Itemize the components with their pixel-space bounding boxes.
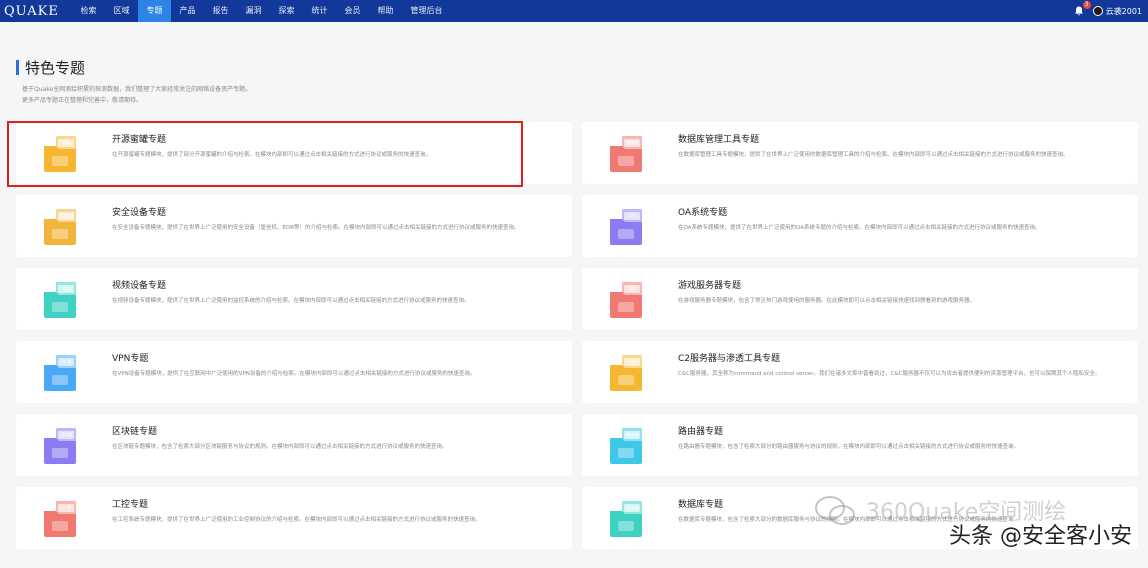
folder-icon: 区块链 [42, 426, 78, 466]
nav-item[interactable]: 检索 [72, 0, 105, 22]
notification-count-badge: 3 [1082, 1, 1091, 9]
folder-icon: 数据库 [608, 499, 644, 539]
folder-icon: 工控 [42, 499, 78, 539]
topic-card[interactable]: 游戏 游戏服务器专题在游戏服务器专题模块，包含了常见热门游戏使用的服务器。在此模块… [582, 268, 1138, 330]
folder-icon: 路由器 [608, 426, 644, 466]
topic-card[interactable]: 路由器 路由器专题在路由器专题模块，包含了检索大部分的路由器服务与协议的规则。在模… [582, 414, 1138, 476]
topic-card-description: 在数据库管理工具专题模块，提供了在世界上广泛使用的数据库管理工具的介绍与检索。在… [678, 152, 1069, 158]
nav-item[interactable]: 产品 [171, 0, 204, 22]
icon-label: C&C [628, 359, 637, 364]
top-nav-bar: QUAKE 检索 区域 专题 产品 报告 漏洞 探索 统计 会员 帮助 管理后台 3 云袭2001 [0, 0, 1148, 22]
topic-card[interactable]: OA OA系统专题在OA系统专题模块，提供了在世界上广泛使用的OA系统专题的介绍与… [582, 195, 1138, 257]
topic-card-title[interactable]: 数据库管理工具专题 [678, 132, 759, 145]
topic-card-title[interactable]: C2服务器与渗透工具专题 [678, 351, 780, 364]
nav-item[interactable]: 统计 [303, 0, 336, 22]
topic-card[interactable]: 安全设备 安全设备专题在安全设备专题模块，提供了在世界上广泛使用的安全设备（堡垒机… [16, 195, 572, 257]
nav-item[interactable]: 报告 [204, 0, 237, 22]
nav-item[interactable]: 区域 [105, 0, 138, 22]
topic-card-title[interactable]: 视频设备专题 [112, 278, 166, 291]
highlight-box [7, 121, 523, 187]
topic-card[interactable]: C&C C2服务器与渗透工具专题 C&C服务器，其全称为command and co… [582, 341, 1138, 403]
nav-item[interactable]: 帮助 [369, 0, 402, 22]
folder-icon: VPN [42, 353, 78, 393]
folder-icon: OA [608, 207, 644, 247]
icon-label: OA [629, 213, 636, 218]
nav-item[interactable]: 管理后台 [402, 0, 451, 22]
topic-card[interactable]: 数据库 数据库管理工具专题在数据库管理工具专题模块，提供了在世界上广泛使用的数据库… [582, 122, 1138, 184]
topic-card[interactable]: VPN VPN专题在VPN设备专题模块，提供了在互联网中广泛使用的VPN设备的介绍… [16, 341, 572, 403]
nav-item[interactable]: 探索 [270, 0, 303, 22]
wechat-logo-icon [812, 494, 860, 528]
username: 云袭2001 [1105, 6, 1142, 16]
topic-card-description: C&C服务器，其全称为command and control server。我们… [678, 371, 1101, 377]
icon-label: VPN [62, 359, 71, 364]
topic-card-title[interactable]: 路由器专题 [678, 424, 723, 437]
topic-card-description: 在OA系统专题模块，提供了在世界上广泛使用的OA系统专题的介绍与检索。在模块内部… [678, 225, 1041, 231]
topic-card-description: 在游戏服务器专题模块，包含了常见热门游戏使用的服务器。在此模块即可以点击相关链接… [678, 298, 976, 304]
page-title-row: 特色专题 [16, 57, 85, 78]
nav-item[interactable]: 会员 [336, 0, 369, 22]
icon-label: 视频 [62, 286, 71, 291]
source-watermark: 头条 @安全客小安 [949, 524, 1132, 549]
folder-icon: 数据库 [608, 134, 644, 174]
topic-card-title[interactable]: 区块链专题 [112, 424, 157, 437]
avatar [1092, 6, 1103, 16]
topic-card-title[interactable]: OA系统专题 [678, 205, 727, 218]
topic-card-description: 在路由器专题模块，包含了检索大部分的路由器服务与协议的规则。在模块内部即可以通过… [678, 444, 1020, 450]
title-accent-bar [16, 60, 19, 75]
folder-icon: 视频 [42, 280, 78, 320]
topic-card-title[interactable]: VPN专题 [112, 351, 148, 364]
folder-icon: 安全设备 [42, 207, 78, 247]
folder-icon: 游戏 [608, 280, 644, 320]
notification-bell-icon[interactable]: 3 [1073, 1, 1091, 17]
topic-card-description: 在VPN设备专题模块，提供了在互联网中广泛使用的VPN设备的介绍与检索。在模块内… [112, 371, 476, 377]
topic-card-title[interactable]: 游戏服务器专题 [678, 278, 741, 291]
nav-item[interactable]: 漏洞 [237, 0, 270, 22]
topic-card[interactable]: 视频 视频设备专题在视频设备专题模块，提供了在世界上广泛使用的监控系统的介绍与检索… [16, 268, 572, 330]
icon-label: 路由器 [626, 432, 639, 437]
topic-card-title[interactable]: 工控专题 [112, 497, 148, 510]
header-right: 3 云袭2001 [1073, 0, 1142, 22]
topic-card-title[interactable]: 安全设备专题 [112, 205, 166, 218]
icon-label: 安全设备 [59, 213, 74, 218]
topic-card-description: 在视频设备专题模块，提供了在世界上广泛使用的监控系统的介绍与检索。在模块内部即可… [112, 298, 470, 304]
icon-label: 工控 [62, 505, 71, 510]
icon-label: 游戏 [628, 286, 637, 291]
nav-item[interactable]: 专题 [138, 0, 171, 22]
icon-label: 数据库 [626, 505, 639, 510]
icon-label: 数据库 [626, 140, 639, 145]
user-menu[interactable]: 云袭2001 [1092, 6, 1142, 17]
topic-card[interactable]: 区块链 区块链专题在区块链专题模块，包含了检索大部分区块链服务与协议的规则。在模块… [16, 414, 572, 476]
topics-page: 特色专题 基于Quake全网测绘积累的探测数据，我们整理了大家经常关注的网络设备… [0, 22, 1148, 568]
topic-card[interactable]: 工控 工控专题在工控系统专题模块，提供了在世界上广泛使用的工业控制协议的介绍与检索… [16, 487, 572, 549]
topic-card-description: 在区块链专题模块，包含了检索大部分区块链服务与协议的规则。在模块内部即可以通过点… [112, 444, 448, 450]
page-title: 特色专题 [25, 59, 86, 77]
folder-icon: C&C [608, 353, 644, 393]
page-description-line-1: 基于Quake全网测绘积累的探测数据，我们整理了大家经常关注的网络设备资产专题。 [22, 86, 252, 93]
icon-label: 区块链 [60, 432, 73, 437]
quake-logo[interactable]: QUAKE [0, 4, 72, 19]
page-description-line-2: 更多产品专题正在整理和完善中，敬请期待。 [22, 97, 143, 104]
topic-card-title[interactable]: 数据库专题 [678, 497, 723, 510]
topic-card-description: 在安全设备专题模块，提供了在世界上广泛使用的安全设备（堡垒机、EDR等）的介绍与… [112, 225, 520, 231]
main-nav: 检索 区域 专题 产品 报告 漏洞 探索 统计 会员 帮助 管理后台 [72, 0, 451, 22]
topic-card-description: 在工控系统专题模块，提供了在世界上广泛使用的工业控制协议的介绍与检索。在模块内部… [112, 517, 481, 523]
